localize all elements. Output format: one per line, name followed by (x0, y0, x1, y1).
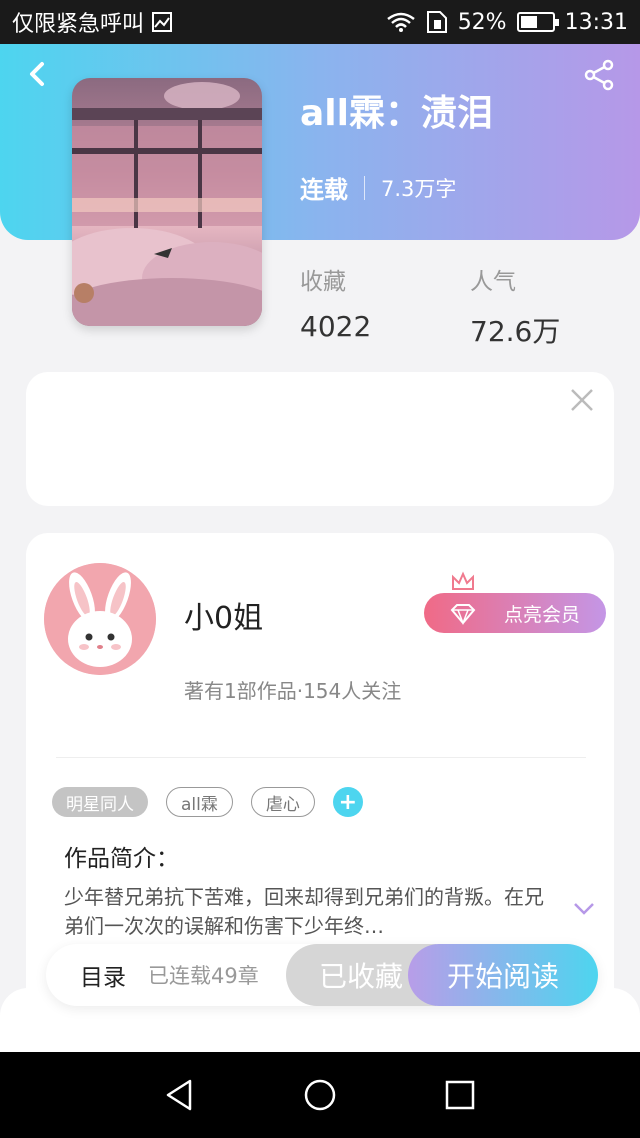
book-cover[interactable] (72, 78, 262, 326)
popularity-stat: 人气 72.6万 (470, 262, 560, 350)
action-bar: 目录 已连载49章 已收藏 开始阅读 (46, 944, 598, 1006)
battery-percent: 52% (457, 9, 507, 35)
crown-icon (452, 571, 474, 590)
meta-divider (364, 175, 365, 200)
close-icon[interactable] (568, 386, 596, 414)
tag-list: 明星同人 all霖 虐心 + (52, 787, 363, 817)
status-bar: 仅限紧急呼叫 52% 13:31 (0, 0, 640, 44)
diamond-icon (450, 604, 476, 625)
catalog-button[interactable]: 目录 (80, 958, 126, 992)
book-meta: 连载 7.3万字 (300, 170, 456, 205)
divider (56, 757, 586, 758)
serial-status: 连载 (300, 176, 348, 204)
navigation-bar (0, 1052, 640, 1138)
favorites-label: 收藏 (300, 269, 346, 295)
author-card: 小0姐 著有1部作品·154人关注 点亮会员 明星同人 all霖 虐心 + 作品… (26, 533, 614, 1003)
battery-fill (520, 16, 537, 28)
word-count: 7.3万字 (381, 176, 457, 201)
popularity-label: 人气 (470, 269, 516, 295)
add-tag-button[interactable]: + (332, 787, 363, 817)
popularity-value: 72.6万 (470, 315, 561, 348)
favorites-value: 4022 (300, 310, 372, 343)
chevron-down-icon[interactable] (572, 901, 596, 917)
tag-category[interactable]: 明星同人 (52, 787, 148, 817)
status-left: 仅限紧急呼叫 (12, 6, 173, 38)
book-detail-page: 仅限紧急呼叫 52% 13:31 all霖：渍泪 连载 7.3万字 收藏 402… (0, 0, 640, 1138)
tag-item[interactable]: all霖 (166, 787, 233, 817)
battery-icon (516, 12, 559, 32)
status-right: 52% 13:31 (386, 10, 628, 35)
intro-text: 少年替兄弟抗下苦难，回来却得到兄弟们的背叛。在兄弟们一次次的误解和伤害下少年终… (64, 885, 544, 938)
start-reading-button[interactable]: 开始阅读 (408, 944, 598, 1006)
wifi-icon (386, 12, 415, 32)
carrier-text: 仅限紧急呼叫 (12, 12, 145, 37)
author-info: 著有1部作品·154人关注 (184, 679, 402, 703)
book-title: all霖：渍泪 (300, 93, 493, 134)
rabbit-avatar-illustration (44, 563, 156, 675)
favorites-stat: 收藏 4022 (300, 262, 371, 343)
nav-recent-icon[interactable] (442, 1077, 478, 1113)
clock: 13:31 (564, 9, 628, 35)
author-name[interactable]: 小0姐 (184, 593, 263, 637)
nav-back-icon[interactable] (162, 1077, 198, 1113)
chevron-left-icon[interactable] (22, 58, 54, 90)
share-icon[interactable] (582, 58, 616, 92)
image-icon (152, 12, 173, 32)
ad-card[interactable] (26, 372, 614, 506)
nav-home-icon[interactable] (302, 1077, 338, 1113)
vip-label: 点亮会员 (503, 603, 580, 626)
chapter-count: 已连载49章 (148, 964, 259, 988)
sim-icon (426, 11, 447, 33)
tag-item[interactable]: 虐心 (250, 787, 315, 817)
intro-title: 作品简介： (64, 846, 179, 872)
avatar[interactable] (44, 563, 156, 675)
cover-illustration (72, 82, 262, 326)
